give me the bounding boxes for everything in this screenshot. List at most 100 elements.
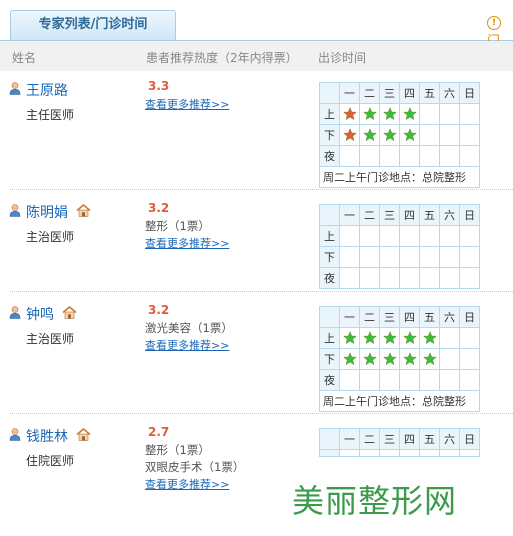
column-heat: 患者推荐热度（2年内得票） <box>146 51 298 65</box>
weekday-cell: 三 <box>379 428 400 450</box>
schedule-cell <box>379 267 400 289</box>
schedule-cell <box>379 103 400 125</box>
green-star-icon <box>382 352 397 366</box>
recommend-score: 2.7 <box>148 425 170 439</box>
schedule-cell <box>439 145 460 167</box>
weekday-cell: 日 <box>459 428 480 450</box>
schedule-cell <box>439 267 460 289</box>
weekday-cell: 六 <box>439 82 460 104</box>
schedule-cell <box>339 348 360 370</box>
weekday-cell: 四 <box>399 204 420 226</box>
period-cell: 夜 <box>319 267 340 289</box>
weekday-cell: 五 <box>419 82 440 104</box>
vote-tag: 激光美容（1票） <box>145 321 233 335</box>
more-recommend-link[interactable]: 查看更多推荐>> <box>145 337 229 353</box>
schedule-cell <box>399 145 420 167</box>
schedule-cell <box>439 348 460 370</box>
weekday-cell: 二 <box>359 204 380 226</box>
schedule-cell <box>359 348 380 370</box>
schedule-corner <box>319 204 340 226</box>
schedule-cell <box>399 225 420 247</box>
weekday-cell: 二 <box>359 428 380 450</box>
weekday-cell: 一 <box>339 428 360 450</box>
schedule-cell <box>419 327 440 349</box>
weekday-cell: 二 <box>359 82 380 104</box>
schedule-cell <box>359 369 380 391</box>
schedule-cell <box>459 267 480 289</box>
schedule-cell <box>459 225 480 247</box>
more-recommend-link[interactable]: 查看更多推荐>> <box>145 235 229 251</box>
weekday-cell: 日 <box>459 82 480 104</box>
schedule-cell <box>439 225 460 247</box>
period-cell: 下 <box>319 124 340 146</box>
green-star-icon <box>382 128 397 142</box>
person-icon <box>9 428 21 441</box>
schedule-corner <box>319 82 340 104</box>
schedule-note: 周二上午门诊地点：总院整形 <box>319 166 480 188</box>
green-star-icon <box>362 128 377 142</box>
schedule-table: 一二三四五六日上下夜周二上午门诊地点：总院整形 <box>319 306 480 412</box>
green-star-icon <box>382 331 397 345</box>
period-cell: 下 <box>319 246 340 268</box>
tab-expert-list[interactable]: 专家列表/门诊时间 <box>10 10 176 40</box>
schedule-cell <box>439 246 460 268</box>
schedule-cell <box>459 246 480 268</box>
schedule-cell <box>379 327 400 349</box>
schedule-cell <box>419 246 440 268</box>
schedule-cell <box>459 327 480 349</box>
recommend-score: 3.2 <box>148 201 170 215</box>
doctor-name[interactable]: 钟鸣 <box>26 304 54 324</box>
red-star-icon <box>342 107 357 121</box>
red-star-icon <box>342 128 357 142</box>
doctor-name[interactable]: 陈明娟 <box>26 202 68 222</box>
schedule-cell <box>419 369 440 391</box>
green-star-icon <box>382 107 397 121</box>
schedule-cell <box>439 124 460 146</box>
period-cell: 夜 <box>319 145 340 167</box>
schedule-cell <box>359 267 380 289</box>
person-icon <box>9 204 21 217</box>
more-recommend-link[interactable]: 查看更多推荐>> <box>145 476 229 492</box>
schedule-cell <box>419 225 440 247</box>
schedule-cell <box>399 369 420 391</box>
schedule-cell <box>339 246 360 268</box>
weekday-cell: 一 <box>339 82 360 104</box>
schedule-cell <box>439 449 460 457</box>
home-icon <box>76 427 91 441</box>
weekday-cell: 四 <box>399 428 420 450</box>
schedule-cell <box>339 369 360 391</box>
doctor-name[interactable]: 钱胜林 <box>26 426 68 446</box>
green-star-icon <box>342 352 357 366</box>
doctor-name[interactable]: 王原路 <box>26 80 68 100</box>
schedule-table: 一二三四五六日 <box>319 428 480 457</box>
schedule-corner <box>319 306 340 328</box>
schedule-cell <box>419 449 440 457</box>
green-star-icon <box>362 331 377 345</box>
schedule-cell <box>439 369 460 391</box>
green-star-icon <box>402 352 417 366</box>
schedule-cell <box>399 449 420 457</box>
green-star-icon <box>402 128 417 142</box>
weekday-cell: 一 <box>339 204 360 226</box>
schedule-cell <box>339 225 360 247</box>
weekday-cell: 四 <box>399 306 420 328</box>
doctor-title: 住院医师 <box>26 454 75 468</box>
green-star-icon <box>402 331 417 345</box>
vote-tag: 双眼皮手术（1票） <box>145 460 245 474</box>
period-cell <box>319 449 340 457</box>
schedule-table: 一二三四五六日上下夜 <box>319 204 480 289</box>
weekday-cell: 日 <box>459 204 480 226</box>
schedule-cell <box>379 246 400 268</box>
doctor-title: 主治医师 <box>26 332 75 346</box>
schedule-cell <box>359 225 380 247</box>
schedule-cell <box>379 145 400 167</box>
more-recommend-link[interactable]: 查看更多推荐>> <box>145 96 229 112</box>
period-cell: 夜 <box>319 369 340 391</box>
person-icon <box>9 306 21 319</box>
vote-tag: 整形（1票） <box>145 219 210 233</box>
weekday-cell: 三 <box>379 204 400 226</box>
schedule-cell <box>379 348 400 370</box>
weekday-cell: 三 <box>379 82 400 104</box>
schedule-cell <box>359 327 380 349</box>
info-icon: ! <box>487 16 501 30</box>
